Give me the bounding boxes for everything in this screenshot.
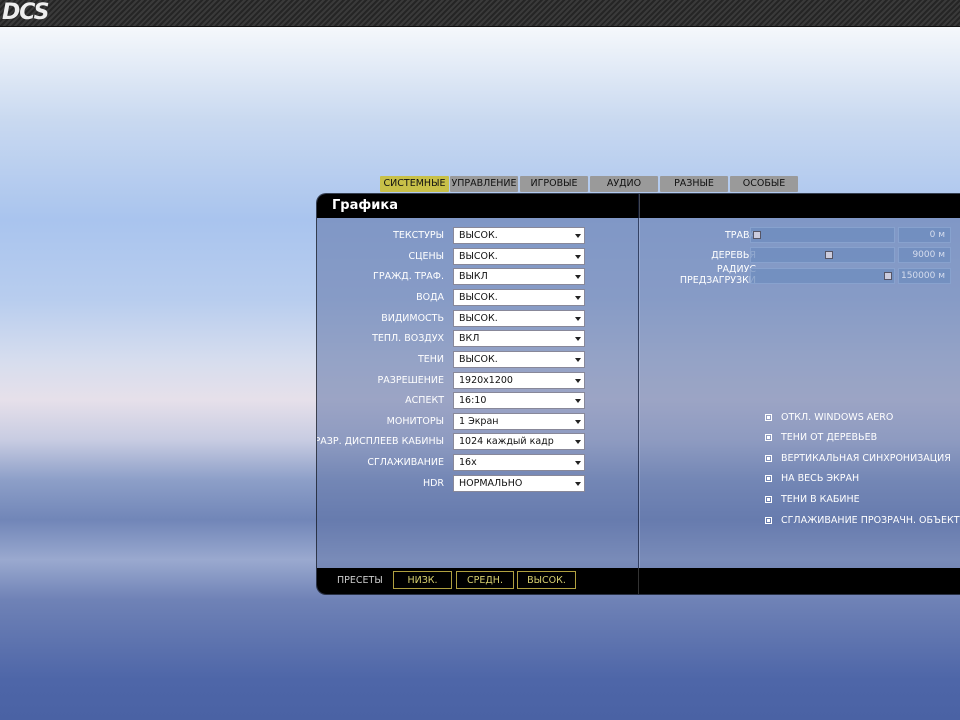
setting-row-resolution: РАЗРЕШЕНИЕ 1920x1200: [317, 372, 639, 390]
setting-row-shadows: ТЕНИ ВЫСОК.: [317, 351, 639, 369]
setting-label: СГЛАЖИВАНИЕ: [367, 457, 444, 468]
heat-blur-select[interactable]: ВКЛ: [453, 330, 585, 347]
checkbox-icon[interactable]: [765, 434, 772, 441]
visibility-select[interactable]: ВЫСОК.: [453, 310, 585, 327]
setting-label: АСПЕКТ: [405, 395, 444, 406]
setting-row-civil-traffic: ГРАЖД. ТРАФ. ВЫКЛ: [317, 268, 639, 286]
hdr-select[interactable]: НОРМАЛЬНО: [453, 475, 585, 492]
setting-row-textures: ТЕКСТУРЫ ВЫСОК.: [317, 227, 639, 245]
chevron-down-icon: [575, 255, 581, 259]
graphics-panel: Графика ТЕКСТУРЫ ВЫСОК. СЦЕНЫ ВЫСОК. ГРА…: [316, 193, 960, 595]
tab-misc[interactable]: РАЗНЫЕ: [660, 176, 728, 192]
dcs-logo: DCS: [2, 0, 49, 25]
chevron-down-icon: [575, 296, 581, 300]
chevron-down-icon: [575, 461, 581, 465]
preload-radius-slider[interactable]: [750, 268, 895, 284]
setting-row-scenes: СЦЕНЫ ВЫСОК.: [317, 248, 639, 266]
antialiasing-select[interactable]: 16x: [453, 454, 585, 471]
setting-row-hdr: HDR НОРМАЛЬНО: [317, 475, 639, 493]
chevron-down-icon: [575, 317, 581, 321]
setting-label: ВОДА: [416, 292, 444, 303]
checkbox-icon[interactable]: [765, 475, 772, 482]
slider-thumb[interactable]: [884, 272, 892, 280]
checkbox-icon[interactable]: [765, 455, 772, 462]
top-bar: DCS: [0, 0, 960, 27]
setting-label: ТЕПЛ. ВОЗДУХ: [372, 333, 444, 344]
column-divider-highlight: [639, 194, 640, 594]
setting-row-aspect: АСПЕКТ 16:10: [317, 392, 639, 410]
tab-gameplay[interactable]: ИГРОВЫЕ: [520, 176, 588, 192]
chevron-down-icon: [575, 234, 581, 238]
resolution-select[interactable]: 1920x1200: [453, 372, 585, 389]
textures-select[interactable]: ВЫСОК.: [453, 227, 585, 244]
setting-label: СЦЕНЫ: [408, 251, 444, 262]
presets-bar: ПРЕСЕТЫ НИЗК. СРЕДН. ВЫСОК.: [317, 568, 960, 594]
setting-row-heat-blur: ТЕПЛ. ВОЗДУХ ВКЛ: [317, 330, 639, 348]
cockpit-displays-select[interactable]: 1024 каждый кадр: [453, 433, 585, 450]
chevron-down-icon: [575, 399, 581, 403]
trees-slider[interactable]: [750, 247, 895, 263]
setting-label: МОНИТОРЫ: [386, 416, 444, 427]
slider-row-grass: ТРАВА 0 м: [641, 227, 960, 245]
preset-low-button[interactable]: НИЗК.: [393, 571, 452, 589]
chevron-down-icon: [575, 420, 581, 424]
trees-readout: 9000 м: [898, 247, 951, 263]
setting-row-water: ВОДА ВЫСОК.: [317, 289, 639, 307]
panel-title: Графика: [332, 198, 398, 213]
slider-row-preload-radius: РАДИУС ПРЕДЗАГРУЗКИ 150000 м: [641, 264, 960, 286]
civil-traffic-select[interactable]: ВЫКЛ: [453, 268, 585, 285]
grass-readout: 0 м: [898, 227, 951, 243]
scenes-select[interactable]: ВЫСОК.: [453, 248, 585, 265]
preset-high-button[interactable]: ВЫСОК.: [517, 571, 576, 589]
chevron-down-icon: [575, 440, 581, 444]
chevron-down-icon: [575, 358, 581, 362]
chevron-down-icon: [575, 482, 581, 486]
grass-slider[interactable]: [750, 227, 895, 243]
setting-row-visibility: ВИДИМОСТЬ ВЫСОК.: [317, 310, 639, 328]
setting-row-monitors: МОНИТОРЫ 1 Экран: [317, 413, 639, 431]
tab-special[interactable]: ОСОБЫЕ: [730, 176, 798, 192]
setting-row-antialiasing: СГЛАЖИВАНИЕ 16x: [317, 454, 639, 472]
checkbox-icon[interactable]: [765, 496, 772, 503]
chevron-down-icon: [575, 275, 581, 279]
tab-controls[interactable]: УПРАВЛЕНИЕ: [450, 176, 518, 192]
presets-label: ПРЕСЕТЫ: [337, 575, 383, 586]
setting-row-cockpit-displays: РАЗР. ДИСПЛЕЕВ КАБИНЫ 1024 каждый кадр: [317, 433, 639, 451]
setting-label: ВИДИМОСТЬ: [381, 313, 444, 324]
preload-radius-readout: 150000 м: [898, 268, 951, 284]
checkbox-icon[interactable]: [765, 517, 772, 524]
checkbox-icon[interactable]: [765, 414, 772, 421]
aspect-select[interactable]: 16:10: [453, 392, 585, 409]
slider-label-line2: ПРЕДЗАГРУЗКИ: [679, 275, 756, 286]
setting-label: РАЗРЕШЕНИЕ: [377, 375, 444, 386]
setting-label: РАЗР. ДИСПЛЕЕВ КАБИНЫ: [316, 436, 444, 447]
shadows-select[interactable]: ВЫСОК.: [453, 351, 585, 368]
setting-label: ТЕНИ: [417, 354, 444, 365]
tab-audio[interactable]: АУДИО: [590, 176, 658, 192]
chevron-down-icon: [575, 337, 581, 341]
footer-divider: [638, 568, 639, 594]
slider-row-trees: ДЕРЕВЬЯ 9000 м: [641, 247, 960, 265]
preset-medium-button[interactable]: СРЕДН.: [456, 571, 514, 589]
slider-thumb[interactable]: [825, 251, 834, 259]
monitors-select[interactable]: 1 Экран: [453, 413, 585, 430]
slider-thumb[interactable]: [753, 231, 761, 239]
setting-label: HDR: [422, 478, 444, 489]
water-select[interactable]: ВЫСОК.: [453, 289, 585, 306]
tab-system[interactable]: СИСТЕМНЫЕ: [380, 176, 449, 192]
setting-label: ТЕКСТУРЫ: [393, 230, 444, 241]
setting-label: ГРАЖД. ТРАФ.: [373, 271, 444, 282]
chevron-down-icon: [575, 379, 581, 383]
